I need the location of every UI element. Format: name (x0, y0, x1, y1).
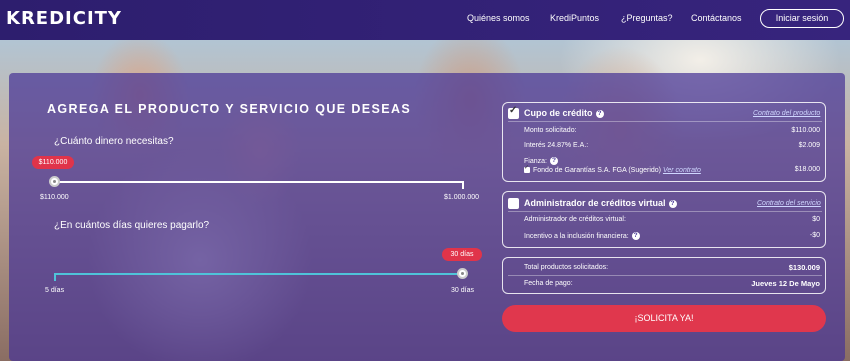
help-icon[interactable]: ? (631, 232, 640, 240)
divider (508, 275, 822, 276)
apply-button[interactable]: ¡SOLICITA YA! (502, 305, 826, 332)
virtual-admin-title: Administrador de créditos virtual? (524, 198, 677, 208)
virtual-row-label: Incentivo a la inclusión financiera:? (524, 232, 640, 240)
credit-row-label: Monto solicitado: (524, 127, 577, 134)
credit-checkbox[interactable] (508, 105, 519, 119)
days-min-label: 5 días (45, 287, 65, 294)
divider (508, 211, 822, 212)
fianza-option: Fondo de Garantías S.A. FGA (Sugerido) V… (524, 164, 701, 174)
logo[interactable]: KREDICITY (6, 8, 122, 29)
nav-preguntas[interactable]: ¿Preguntas? (621, 13, 673, 23)
form-title: AGREGA EL PRODUCTO Y SERVICIO QUE DESEAS (47, 102, 412, 116)
nav-quienes-somos[interactable]: Quiénes somos (467, 13, 530, 23)
credit-title-text: Cupo de crédito (524, 108, 593, 118)
amount-bubble: $110.000 (32, 156, 74, 169)
help-icon[interactable]: ? (668, 199, 677, 208)
amount-question: ¿Cuánto dinero necesitas? (54, 136, 174, 147)
credit-contract-link[interactable]: Contrato del producto (753, 110, 820, 117)
fianza-option-text: Fondo de Garantías S.A. FGA (Sugerido) (533, 167, 662, 174)
credit-row-label: Interés 24.87% E.A.: (524, 142, 589, 149)
fianza-contract-link[interactable]: Ver contrato (663, 167, 701, 174)
fianza-checkbox[interactable] (524, 164, 530, 174)
virtual-row-value: -$0 (809, 232, 820, 239)
payment-date-label: Fecha de pago: (524, 280, 573, 287)
virtual-row-value: $0 (812, 216, 820, 223)
divider (508, 121, 822, 122)
virtual-admin-checkbox[interactable] (508, 198, 519, 209)
fianza-label: Fianza:? (524, 157, 558, 165)
virtual-row-label-text: Incentivo a la inclusión financiera: (524, 232, 629, 240)
amount-slider-handle[interactable] (49, 176, 60, 187)
days-bubble: 30 días (442, 248, 482, 261)
days-slider-handle[interactable] (457, 268, 468, 279)
total-label: Total productos solicitados: (524, 264, 609, 271)
nav-contactanos[interactable]: Contáctanos (691, 13, 742, 23)
amount-min-label: $110.000 (40, 194, 69, 201)
amount-max-label: $1.000.000 (444, 194, 480, 201)
header: KREDICITY Quiénes somos KrediPuntos ¿Pre… (0, 0, 850, 40)
fianza-value: $18.000 (794, 166, 820, 173)
login-button[interactable]: Iniciar sesión (760, 9, 844, 28)
days-slider-track[interactable] (54, 273, 464, 275)
credit-title: Cupo de crédito? (524, 108, 604, 118)
total-value: $130.009 (788, 263, 820, 272)
credit-row-value: $2.009 (798, 142, 820, 149)
days-slider-start (54, 273, 56, 281)
nav-kredipuntos[interactable]: KrediPuntos (550, 13, 599, 23)
help-icon[interactable]: ? (549, 157, 558, 165)
virtual-row-label: Administrador de créditos virtual: (524, 216, 626, 223)
days-question: ¿En cuántos días quieres pagarlo? (54, 220, 210, 231)
days-max-label: 30 días (451, 287, 474, 294)
help-icon[interactable]: ? (595, 109, 604, 118)
amount-slider-end (462, 181, 464, 189)
virtual-contract-link[interactable]: Contrato del servicio (757, 200, 821, 207)
virtual-admin-title-text: Administrador de créditos virtual (524, 198, 666, 208)
payment-date-value: Jueves 12 De Mayo (751, 279, 820, 288)
credit-row-value: $110.000 (791, 127, 820, 134)
amount-slider-track[interactable] (54, 181, 464, 183)
